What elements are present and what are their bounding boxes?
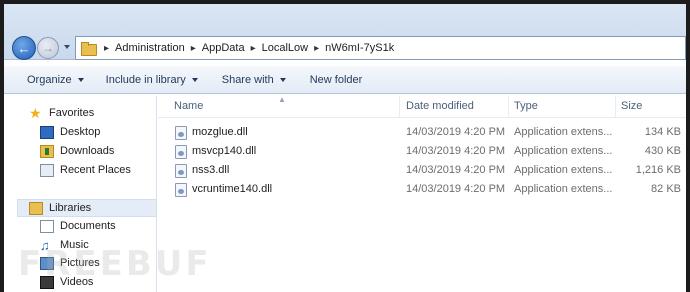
command-toolbar: Organize Include in library Share with N… [4, 66, 686, 94]
include-in-library-label: Include in library [105, 73, 186, 86]
chevron-down-icon [279, 77, 286, 82]
column-header-type[interactable]: Type [514, 100, 538, 112]
watermark: FREEBUF [18, 244, 212, 284]
nav-label: Libraries [49, 202, 92, 214]
file-date: 14/03/2019 4:20 PM [406, 164, 506, 176]
organize-label: Organize [27, 73, 72, 86]
share-with-button[interactable]: Share with [213, 69, 295, 91]
nav-item-desktop[interactable]: Desktop [40, 123, 100, 141]
dll-file-icon [175, 145, 187, 159]
file-size: 1,216 KB [635, 164, 681, 176]
column-divider[interactable] [399, 96, 400, 118]
star-icon: ★ [29, 104, 42, 121]
column-header-date-modified[interactable]: Date modified [406, 100, 474, 112]
nav-label: Downloads [60, 145, 115, 157]
nav-item-documents[interactable]: Documents [40, 217, 116, 235]
file-name: vcruntime140.dll [192, 183, 273, 195]
address-bar-row: ← → ▸ Administration ▸ AppData ▸ LocalLo… [4, 4, 686, 60]
share-with-label: Share with [221, 73, 274, 86]
libraries-icon [29, 201, 43, 215]
folder-icon [80, 41, 98, 56]
dll-file-icon [175, 183, 187, 197]
dll-file-icon [175, 164, 187, 178]
file-row[interactable]: nss3.dll 14/03/2019 4:20 PM Application … [158, 162, 686, 181]
nav-item-favorites[interactable]: ★ Favorites [29, 104, 94, 122]
breadcrumb-current-folder[interactable]: nW6mI-7yS1k [325, 42, 394, 54]
file-name: nss3.dll [192, 164, 230, 176]
file-name: mozglue.dll [192, 126, 248, 138]
forward-arrow-icon: → [42, 41, 54, 55]
file-date: 14/03/2019 4:20 PM [406, 183, 506, 195]
file-row[interactable]: mozglue.dll 14/03/2019 4:20 PM Applicati… [158, 124, 686, 143]
file-type: Application extens... [514, 164, 613, 176]
file-type: Application extens... [514, 126, 613, 138]
nav-item-libraries[interactable]: Libraries [29, 199, 91, 217]
address-bar[interactable]: ▸ Administration ▸ AppData ▸ LocalLow ▸ … [75, 36, 686, 60]
downloads-icon [40, 144, 54, 158]
documents-icon [40, 219, 54, 233]
file-size: 134 KB [644, 126, 681, 138]
file-row[interactable]: vcruntime140.dll 14/03/2019 4:20 PM Appl… [158, 181, 686, 200]
forward-button[interactable]: → [37, 37, 59, 59]
file-size: 82 KB [651, 183, 681, 195]
file-type: Application extens... [514, 183, 613, 195]
column-header-size[interactable]: Size [621, 100, 642, 112]
chevron-right-icon[interactable]: ▸ [191, 43, 196, 54]
explorer-window: ← → ▸ Administration ▸ AppData ▸ LocalLo… [0, 0, 690, 292]
chevron-right-icon[interactable]: ▸ [314, 43, 319, 54]
column-header-row: ▲ Name Date modified Type Size [158, 95, 686, 118]
nav-item-recent-places[interactable]: Recent Places [40, 161, 131, 179]
chevron-right-icon[interactable]: ▸ [104, 43, 109, 54]
file-list: ▲ Name Date modified Type Size mozglue.d… [158, 95, 686, 292]
nav-label: Desktop [60, 126, 101, 138]
column-divider[interactable] [508, 96, 509, 118]
nav-label: Documents [60, 220, 116, 232]
organize-button[interactable]: Organize [18, 69, 93, 91]
file-date: 14/03/2019 4:20 PM [406, 145, 506, 157]
include-in-library-button[interactable]: Include in library [97, 69, 207, 91]
breadcrumb-appdata[interactable]: AppData [202, 42, 245, 54]
chevron-down-icon [77, 77, 84, 82]
back-button[interactable]: ← [12, 36, 36, 60]
file-row[interactable]: msvcp140.dll 14/03/2019 4:20 PM Applicat… [158, 143, 686, 162]
column-divider[interactable] [615, 96, 616, 118]
nav-item-downloads[interactable]: Downloads [40, 142, 114, 160]
nav-label: Recent Places [60, 164, 131, 176]
breadcrumb-locallow[interactable]: LocalLow [262, 42, 308, 54]
breadcrumb-administration[interactable]: Administration [115, 42, 185, 54]
file-date: 14/03/2019 4:20 PM [406, 126, 506, 138]
chevron-down-icon [191, 77, 198, 82]
file-name: msvcp140.dll [192, 145, 257, 157]
file-type: Application extens... [514, 145, 613, 157]
dll-file-icon [175, 126, 187, 140]
new-folder-button[interactable]: New folder [301, 69, 372, 91]
nav-label: Favorites [49, 107, 95, 119]
new-folder-label: New folder [309, 73, 363, 86]
recent-places-icon [40, 163, 54, 177]
sort-ascending-icon: ▲ [278, 95, 286, 104]
chevron-right-icon[interactable]: ▸ [251, 43, 256, 54]
back-arrow-icon: ← [17, 40, 31, 56]
desktop-icon [40, 125, 54, 139]
recent-pages-dropdown-icon[interactable] [64, 45, 70, 49]
column-header-name[interactable]: Name [174, 100, 203, 112]
file-size: 430 KB [644, 145, 681, 157]
